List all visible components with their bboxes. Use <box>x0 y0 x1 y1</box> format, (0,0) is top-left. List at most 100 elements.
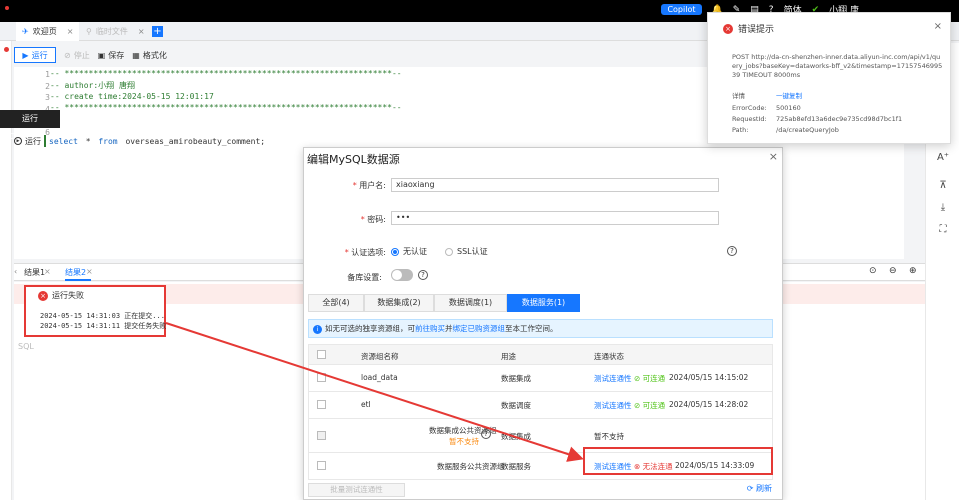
path-label: Path: <box>732 126 749 134</box>
info-text: 至本工作空间。 <box>505 324 558 333</box>
expand-icon[interactable]: ⊕ <box>909 266 917 276</box>
group-name: etl <box>361 400 371 409</box>
code-line: -- author:小翔 唐翔 <box>50 81 135 90</box>
copy-link[interactable]: 一键复制 <box>776 90 802 100</box>
auth-none-radio[interactable] <box>391 247 399 256</box>
sql-hint: SQL <box>18 342 34 351</box>
bind-link[interactable]: 绑定已购资源组 <box>453 324 506 333</box>
code-line: -- create time:2024-05-15 12:01:17 <box>50 92 214 101</box>
download-icon[interactable]: ⤓ <box>934 202 952 216</box>
text-size-icon[interactable]: A⁺ <box>934 152 952 166</box>
column-header: 用途 <box>501 352 516 361</box>
run-failed-title: × 运行失败 <box>38 290 84 301</box>
tab-result-1[interactable]: 结果1 <box>24 267 45 278</box>
log-line: 2024-05-15 14:31:03 正在提交... <box>40 312 165 320</box>
error-icon: × <box>723 23 733 34</box>
status-text: 可连通 <box>642 374 666 383</box>
help-icon[interactable]: ? <box>727 246 737 256</box>
tab-all[interactable]: 全部(4) <box>308 294 364 312</box>
settings-icon[interactable]: ⊙ <box>869 266 877 276</box>
select-all-checkbox[interactable] <box>317 350 326 359</box>
collapse-icon[interactable]: ⊖ <box>889 266 897 276</box>
save-button[interactable]: ▣ 保存 <box>98 50 125 61</box>
close-icon[interactable]: × <box>86 267 93 276</box>
stop-button[interactable]: ⊘ 停止 <box>64 50 90 61</box>
refresh-button[interactable]: ⟳ 刷新 <box>747 483 772 494</box>
stop-icon: ⊘ <box>64 50 71 60</box>
add-tab-button[interactable]: + <box>152 26 163 37</box>
copilot-button[interactable]: Copilot <box>661 4 702 15</box>
path-row: Path: /da/createQueryJob <box>732 126 839 134</box>
status-time: 2024/05/15 14:15:02 <box>669 373 749 382</box>
table-row: load_data 数据集成 测试连通性 ⊘ 可连通 2024/05/15 14… <box>308 365 773 392</box>
auth-ssl-label[interactable]: SSL认证 <box>457 246 488 257</box>
chevron-left-icon[interactable]: ‹ <box>14 267 17 276</box>
format-label: 格式化 <box>142 50 167 60</box>
request-id-label: RequestId: <box>732 115 767 123</box>
batch-test-button[interactable]: 批量测试连通性 <box>308 483 405 497</box>
run-label: 运行 <box>31 50 48 60</box>
error-code-label: ErrorCode: <box>732 104 767 112</box>
status-time: 2024/05/15 14:28:02 <box>669 400 749 409</box>
status-ok: ⊘ 可连通 <box>634 374 666 383</box>
tab-temp-file[interactable]: ⚲ 临时文件 × <box>80 22 151 41</box>
detail-row: 详情 一键复制 <box>732 90 802 100</box>
close-icon[interactable]: × <box>769 150 778 163</box>
auth-options: 无认证 SSL认证 <box>391 246 488 257</box>
tab-data-integration[interactable]: 数据集成(2) <box>364 294 434 312</box>
line-number: 1 <box>45 70 50 79</box>
run-shortcut-tooltip: 运行 Ctrl+Enter <box>0 110 60 141</box>
log-line: 2024-05-15 14:31:11 提交任务失败 <box>40 322 167 330</box>
auth-ssl-radio[interactable] <box>445 247 453 256</box>
backup-toggle[interactable] <box>391 269 413 281</box>
table-row: etl 数据调度 测试连通性 ⊘ 可连通 2024/05/15 14:28:02 <box>308 392 773 419</box>
fullscreen-icon[interactable]: ⛶ <box>934 224 952 238</box>
inline-run-label[interactable]: 运行 <box>25 136 41 147</box>
tab-data-service[interactable]: 数据服务(1) <box>507 294 580 312</box>
password-field[interactable]: ••• <box>391 211 719 225</box>
info-text: 如无可选的独享资源组，可 <box>325 324 415 333</box>
auth-label: * 认证选项: <box>344 248 386 257</box>
group-usage: 数据集成 <box>501 432 531 441</box>
close-icon[interactable]: × <box>138 27 145 36</box>
close-icon[interactable]: × <box>934 21 942 32</box>
code-line: -- *************************************… <box>50 103 402 112</box>
tab-welcome[interactable]: ✈ 欢迎页 × <box>16 22 80 41</box>
row-checkbox[interactable] <box>317 461 326 470</box>
tab-result-2[interactable]: 结果2 <box>65 267 86 278</box>
test-connectivity-link[interactable]: 测试连通性 <box>594 400 632 411</box>
sql-keyword: from <box>98 136 118 146</box>
close-icon[interactable]: × <box>67 27 74 36</box>
play-circle-icon[interactable]: ▶ <box>14 137 22 145</box>
line-number: 3 <box>45 93 50 102</box>
run-button[interactable]: ▶ 运行 <box>14 47 56 63</box>
row-checkbox[interactable] <box>317 373 326 382</box>
info-banner: i 如无可选的独享资源组，可前往购买并绑定已购资源组至本工作空间。 <box>308 319 773 338</box>
help-icon[interactable]: ? <box>418 270 428 280</box>
row-checkbox[interactable] <box>317 400 326 409</box>
run-line: ▶ 运行 select * from overseas_amirobeauty_… <box>14 135 265 147</box>
error-code-row: ErrorCode: 500160 <box>732 104 801 112</box>
group-name: load_data <box>361 373 398 382</box>
test-connectivity-link[interactable]: 测试连通性 <box>594 373 632 384</box>
tab-data-scheduling[interactable]: 数据调度(1) <box>434 294 507 312</box>
align-top-icon[interactable]: ⊼ <box>934 180 952 194</box>
status-text: 可连通 <box>642 401 666 410</box>
save-icon: ▣ <box>97 50 106 60</box>
auth-none-label[interactable]: 无认证 <box>403 246 427 257</box>
buy-link[interactable]: 前往购买 <box>415 324 445 333</box>
status-text: 暂不支持 <box>594 432 624 441</box>
format-button[interactable]: ▦ 格式化 <box>132 50 167 61</box>
detail-label: 详情 <box>732 92 745 100</box>
username-field[interactable]: xiaoxiang <box>391 178 719 192</box>
group-usage: 数据调度 <box>501 401 531 410</box>
file-icon: ⚲ <box>86 27 92 36</box>
username-label: * 用户名: <box>352 181 386 190</box>
tab-label: 临时文件 <box>95 27 128 36</box>
close-icon[interactable]: × <box>44 267 51 276</box>
request-id-row: RequestId: 725ab8efd13a6dec9e735cd98d7bc… <box>732 115 902 123</box>
error-code-value: 500160 <box>776 104 801 112</box>
run-failed-box: × 运行失败 2024-05-15 14:31:03 正在提交... 2024-… <box>24 285 166 337</box>
help-icon[interactable]: ? <box>481 429 491 439</box>
stop-label: 停止 <box>73 50 90 60</box>
